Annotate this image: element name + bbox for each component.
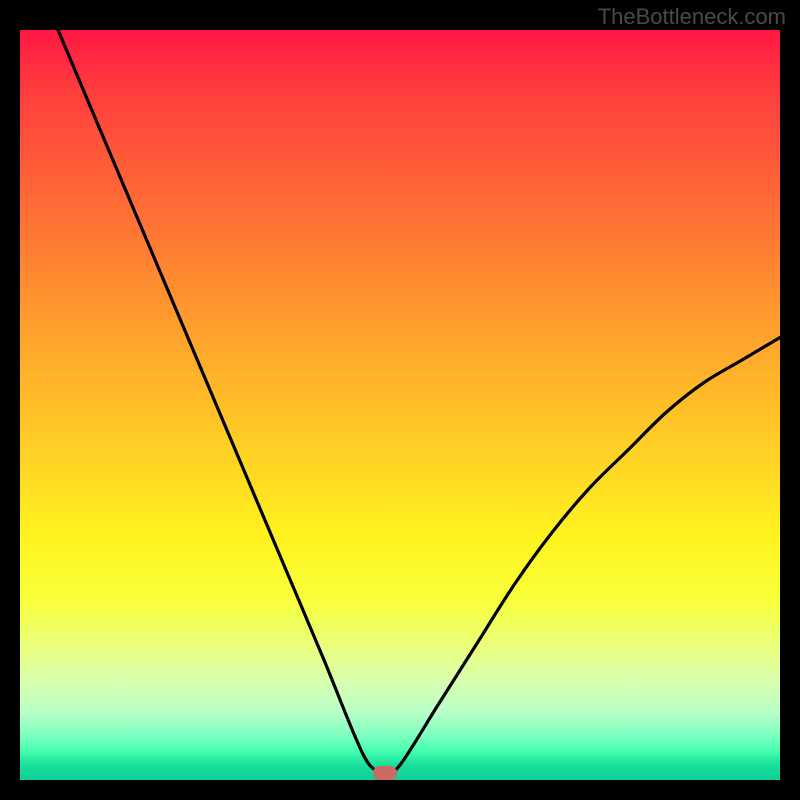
curve-svg bbox=[20, 30, 780, 780]
watermark-text: TheBottleneck.com bbox=[598, 4, 786, 30]
bottleneck-curve bbox=[58, 30, 780, 773]
chart-container: TheBottleneck.com bbox=[0, 0, 800, 800]
plot-area bbox=[20, 30, 780, 780]
minimum-marker bbox=[373, 766, 397, 780]
